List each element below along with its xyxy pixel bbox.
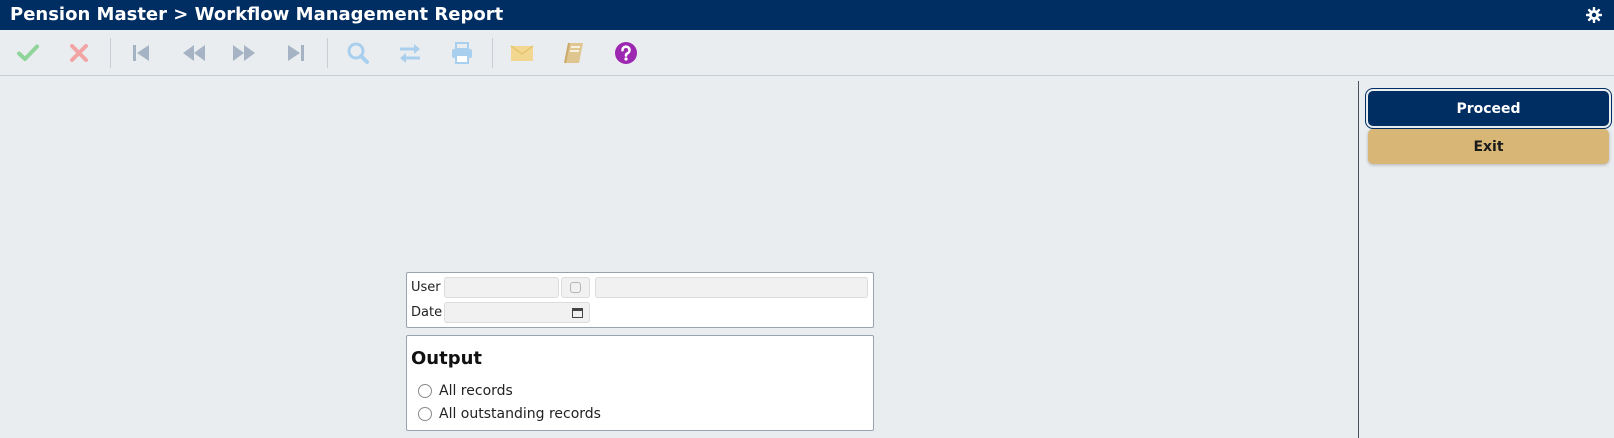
first-record-icon[interactable]: [127, 39, 155, 67]
toolbar: [0, 30, 1614, 76]
book-icon[interactable]: [560, 39, 588, 67]
gear-icon[interactable]: [1586, 7, 1602, 23]
user-label: User: [411, 280, 441, 295]
calendar-icon[interactable]: [572, 307, 583, 318]
toolbar-divider: [492, 38, 493, 68]
proceed-button[interactable]: Proceed: [1368, 91, 1609, 126]
mail-icon[interactable]: [508, 39, 536, 67]
user-name-field[interactable]: [595, 277, 868, 298]
exit-button[interactable]: Exit: [1368, 129, 1609, 164]
last-record-icon[interactable]: [282, 39, 310, 67]
right-panel-divider: [1358, 81, 1359, 438]
toolbar-divider: [110, 38, 111, 68]
toolbar-divider: [327, 38, 328, 68]
page-title: Pension Master > Workflow Management Rep…: [10, 4, 504, 25]
output-title: Output: [411, 348, 483, 369]
all-outstanding-records-label[interactable]: All outstanding records: [439, 406, 601, 422]
user-code-field[interactable]: [444, 277, 559, 298]
next-record-icon[interactable]: [230, 39, 258, 67]
title-bar: Pension Master > Workflow Management Rep…: [0, 0, 1614, 30]
all-records-label[interactable]: All records: [439, 383, 513, 399]
help-icon[interactable]: [612, 39, 640, 67]
check-icon[interactable]: [14, 39, 42, 67]
previous-record-icon[interactable]: [180, 39, 208, 67]
lookup-icon: [570, 282, 581, 293]
filter-panel: User Date: [406, 272, 874, 328]
all-outstanding-records-radio[interactable]: [418, 407, 432, 421]
date-field[interactable]: [444, 302, 590, 323]
all-records-radio[interactable]: [418, 384, 432, 398]
user-lookup-button[interactable]: [561, 277, 590, 298]
cancel-icon[interactable]: [65, 39, 93, 67]
search-icon[interactable]: [344, 39, 372, 67]
swap-icon[interactable]: [396, 39, 424, 67]
output-panel: Output All records All outstanding recor…: [406, 335, 874, 431]
date-label: Date: [411, 305, 443, 320]
print-icon[interactable]: [448, 39, 476, 67]
